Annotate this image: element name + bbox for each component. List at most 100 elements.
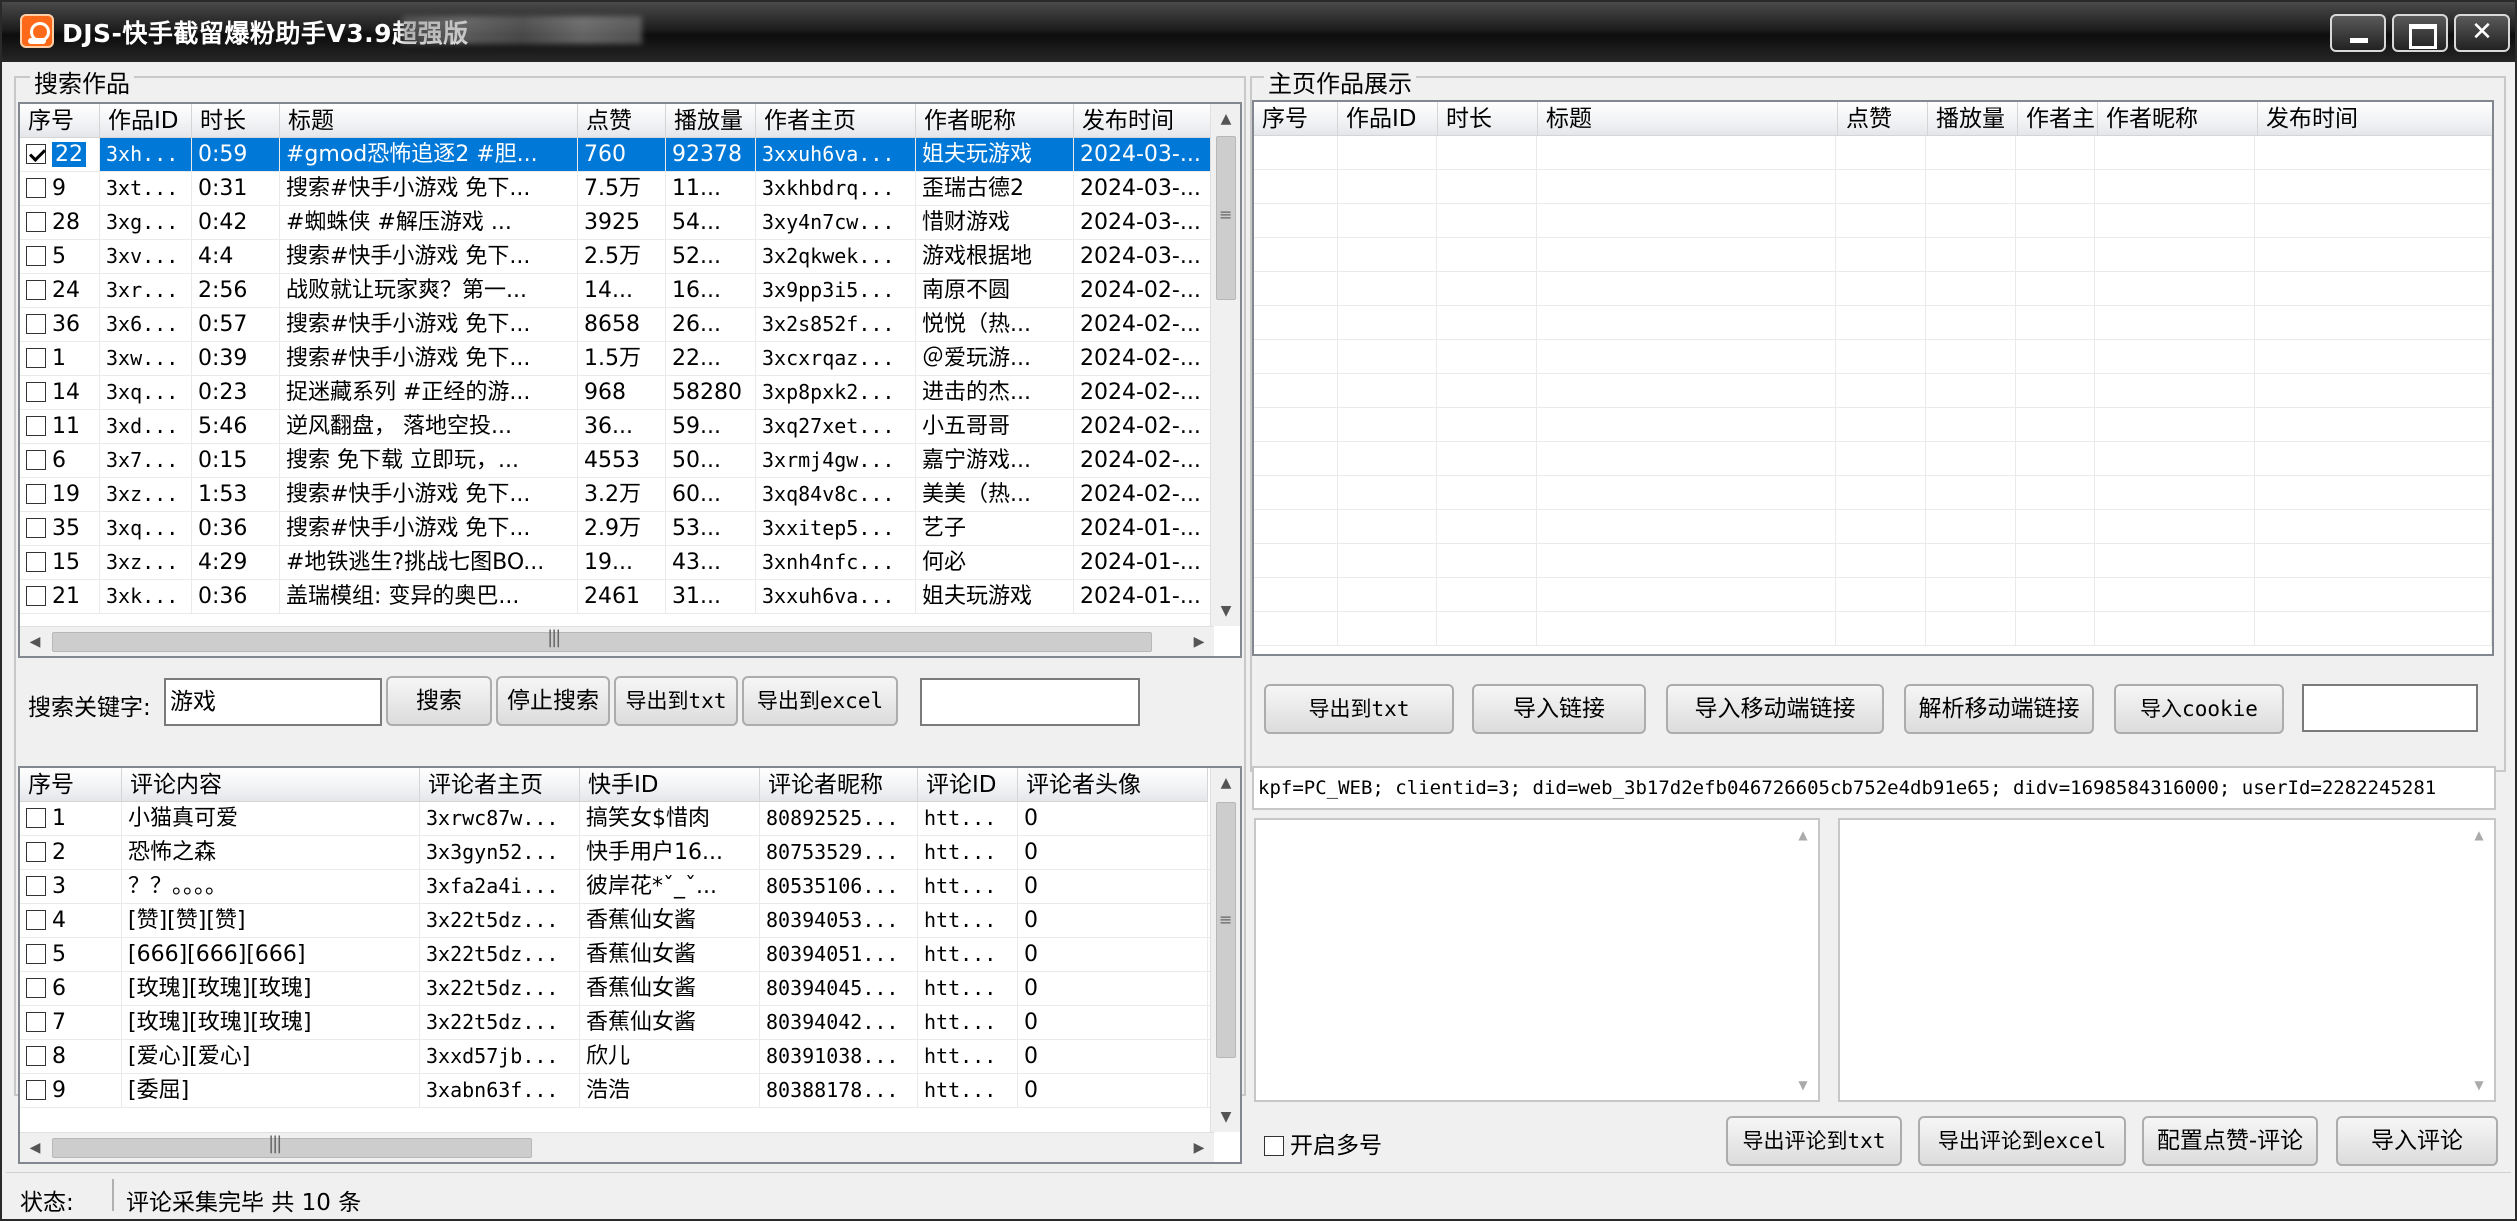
search-cell[interactable]: 5 <box>20 240 100 273</box>
comment-cell[interactable]: 3 <box>20 870 122 903</box>
search-grid-col-0[interactable]: 序号 <box>20 104 100 138</box>
close-button[interactable]: ✕ <box>2454 14 2510 52</box>
search-row[interactable]: 35 3xq... 0:36 搜索#快手小游戏 免下... 2.9万 53... 3xxit… <box>20 512 1240 546</box>
comment-row[interactable]: 9 [委屈] 3xabn63f... 浩浩 80388178... htt... 0 <box>20 1074 1240 1108</box>
scroll-up-arrow-icon[interactable]: ▲ <box>1211 104 1240 134</box>
search-grid-vthumb[interactable] <box>1216 136 1236 300</box>
search-cell[interactable]: 22 <box>20 138 100 171</box>
comments-grid-col-4[interactable]: 评论者昵称 <box>760 768 918 802</box>
search-cell[interactable]: 35 <box>20 512 100 545</box>
comment-cell[interactable]: 6 <box>20 972 122 1005</box>
cookie-field[interactable]: kpf=PC_WEB; clientid=3; did=web_3b17d2ef… <box>1252 766 2496 810</box>
row-checkbox[interactable] <box>26 876 46 896</box>
row-checkbox[interactable] <box>26 314 46 334</box>
comment-cell[interactable]: 5 <box>20 938 122 971</box>
search-grid-col-1[interactable]: 作品ID <box>100 104 192 138</box>
search-cell[interactable]: 15 <box>20 546 100 579</box>
search-cell[interactable]: 6 <box>20 444 100 477</box>
comment-cell[interactable]: 4 <box>20 904 122 937</box>
multi-account-checkbox-box[interactable] <box>1264 1136 1284 1156</box>
row-checkbox[interactable] <box>26 212 46 232</box>
textarea-scroll-up-icon[interactable]: ▲ <box>1788 820 1818 850</box>
search-row[interactable]: 14 3xq... 0:23 捉迷藏系列 #正经的游... 968 58280 3xp8px… <box>20 376 1240 410</box>
comment-row[interactable]: 1 小猫真可爱 3xrwc87w... 搞笑女$惜肉 80892525... htt...… <box>20 802 1240 836</box>
comment-row[interactable]: 5 [666][666][666] 3x22t5dz... 香蕉仙女酱 80394051… <box>20 938 1240 972</box>
home-extra-input[interactable] <box>2302 684 2478 732</box>
search-row[interactable]: 36 3x6... 0:57 搜索#快手小游戏 免下... 8658 26... 3x2s8… <box>20 308 1240 342</box>
row-checkbox[interactable] <box>26 586 46 606</box>
textarea-scroll-down-icon[interactable]: ▼ <box>1788 1070 1818 1100</box>
maximize-button[interactable] <box>2392 14 2448 52</box>
comments-grid-col-1[interactable]: 评论内容 <box>122 768 420 802</box>
comments-grid-col-0[interactable]: 序号 <box>20 768 122 802</box>
home-grid-col-7[interactable]: 作者昵称 <box>2098 102 2258 136</box>
comments-grid-hthumb[interactable] <box>52 1133 532 1158</box>
home-grid-col-5[interactable]: 播放量 <box>1928 102 2018 136</box>
search-cell[interactable]: 28 <box>20 206 100 239</box>
parse-mobile-link-button[interactable]: 解析移动端链接 <box>1904 684 2094 734</box>
search-cell[interactable]: 1 <box>20 342 100 375</box>
comment-row[interactable]: 8 [爱心][爱心] 3xxd57jb... 欣儿 80391038... htt... 0 <box>20 1040 1240 1074</box>
row-checkbox[interactable] <box>26 944 46 964</box>
keyword-input[interactable]: 游戏 <box>164 678 382 726</box>
export-comments-txt-button[interactable]: 导出评论到txt <box>1726 1116 1902 1166</box>
comments-grid-col-5[interactable]: 评论ID <box>918 768 1018 802</box>
comment-cell[interactable]: 1 <box>20 802 122 835</box>
comments-grid-col-2[interactable]: 评论者主页 <box>420 768 580 802</box>
comments-grid-vscrollbar[interactable]: ▲ ▼ <box>1210 768 1240 1132</box>
home-works-grid[interactable]: 序号 作品ID 时长 标题 点赞 播放量 作者主 作者昵称 发布时间 <box>1252 100 2494 656</box>
home-grid-col-8[interactable]: 发布时间 <box>2258 102 2492 136</box>
search-row[interactable]: 1 3xw... 0:39 搜索#快手小游戏 免下... 1.5万 22... 3xcxrq… <box>20 342 1240 376</box>
comments-scroll-up-arrow-icon[interactable]: ▲ <box>1211 768 1240 798</box>
row-checkbox[interactable] <box>26 1080 46 1100</box>
row-checkbox[interactable] <box>26 518 46 538</box>
search-cell[interactable]: 24 <box>20 274 100 307</box>
search-grid-col-4[interactable]: 点赞 <box>578 104 666 138</box>
multi-account-checkbox[interactable]: 开启多号 <box>1264 1126 1382 1160</box>
search-extra-input[interactable] <box>920 678 1140 726</box>
search-grid-hscrollbar[interactable]: ◀ ▶ <box>20 626 1214 656</box>
search-grid-col-5[interactable]: 播放量 <box>666 104 756 138</box>
comments-grid[interactable]: 序号 评论内容 评论者主页 快手ID 评论者昵称 评论ID 评论者头像 1 小猫真可爱 3xrw… <box>18 766 1242 1164</box>
comments-grid-vthumb[interactable] <box>1216 802 1236 1058</box>
export-txt-button[interactable]: 导出到txt <box>614 676 738 726</box>
textarea2-scroll-down-icon[interactable]: ▼ <box>2464 1070 2494 1100</box>
search-cell[interactable]: 21 <box>20 580 100 613</box>
comments-grid-hscrollbar[interactable]: ◀ ▶ <box>20 1132 1214 1162</box>
comment-row[interactable]: 2 恐怖之森 3x3gyn52... 快手用户16... 80753529... htt.… <box>20 836 1240 870</box>
title-bar[interactable]: DJS-快手截留爆粉助手V3.9超强版 ✕ <box>2 2 2515 62</box>
search-cell[interactable]: 9 <box>20 172 100 205</box>
comment-cell[interactable]: 7 <box>20 1006 122 1039</box>
search-row[interactable]: 5 3xv... 4:4 搜索#快手小游戏 免下... 2.5万 52... 3x2qkwe… <box>20 240 1240 274</box>
comment-cell[interactable]: 2 <box>20 836 122 869</box>
search-row[interactable]: 22 3xh... 0:59 #gmod恐怖追逐2 #胆... 760 92378 3xxu… <box>20 138 1240 172</box>
home-grid-col-3[interactable]: 标题 <box>1538 102 1838 136</box>
scroll-right-arrow-icon[interactable]: ▶ <box>1184 627 1214 656</box>
search-cell[interactable]: 19 <box>20 478 100 511</box>
row-checkbox[interactable] <box>26 382 46 402</box>
comment-content-textarea[interactable]: ▲ ▼ <box>1838 818 2496 1102</box>
search-grid-col-6[interactable]: 作者主页 <box>756 104 916 138</box>
home-grid-col-1[interactable]: 作品ID <box>1338 102 1438 136</box>
search-row[interactable]: 6 3x7... 0:15 搜索 免下载 立即玩，... 4553 50... 3xrmj4… <box>20 444 1240 478</box>
row-checkbox[interactable] <box>26 280 46 300</box>
home-grid-col-0[interactable]: 序号 <box>1254 102 1338 136</box>
search-row[interactable]: 19 3xz... 1:53 搜索#快手小游戏 免下... 3.2万 60... 3xq84… <box>20 478 1240 512</box>
comments-grid-col-6[interactable]: 评论者头像 <box>1018 768 1208 802</box>
comment-cell[interactable]: 9 <box>20 1074 122 1107</box>
comments-grid-col-3[interactable]: 快手ID <box>580 768 760 802</box>
search-row[interactable]: 21 3xk... 0:36 盖瑞模组: 变异的奥巴... 2461 31... 3xxuh… <box>20 580 1240 614</box>
home-grid-col-6[interactable]: 作者主 <box>2018 102 2098 136</box>
row-checkbox[interactable] <box>26 1012 46 1032</box>
search-row[interactable]: 11 3xd... 5:46 逆风翻盘， 落地空投... 36... 59... 3xq27… <box>20 410 1240 444</box>
row-checkbox[interactable] <box>26 552 46 572</box>
import-cookie-button[interactable]: 导入cookie <box>2114 684 2284 734</box>
search-grid-vscrollbar[interactable]: ▲ ▼ <box>1210 104 1240 626</box>
search-cell[interactable]: 36 <box>20 308 100 341</box>
search-row[interactable]: 28 3xg... 0:42 #蜘蛛侠 #解压游戏 ... 3925 54... 3xy4n… <box>20 206 1240 240</box>
search-grid-hthumb[interactable] <box>52 627 1152 652</box>
stop-search-button[interactable]: 停止搜索 <box>496 676 610 726</box>
row-checkbox[interactable] <box>26 348 46 368</box>
account-list-textarea[interactable]: ▲ ▼ <box>1254 818 1820 1102</box>
row-checkbox[interactable] <box>26 178 46 198</box>
